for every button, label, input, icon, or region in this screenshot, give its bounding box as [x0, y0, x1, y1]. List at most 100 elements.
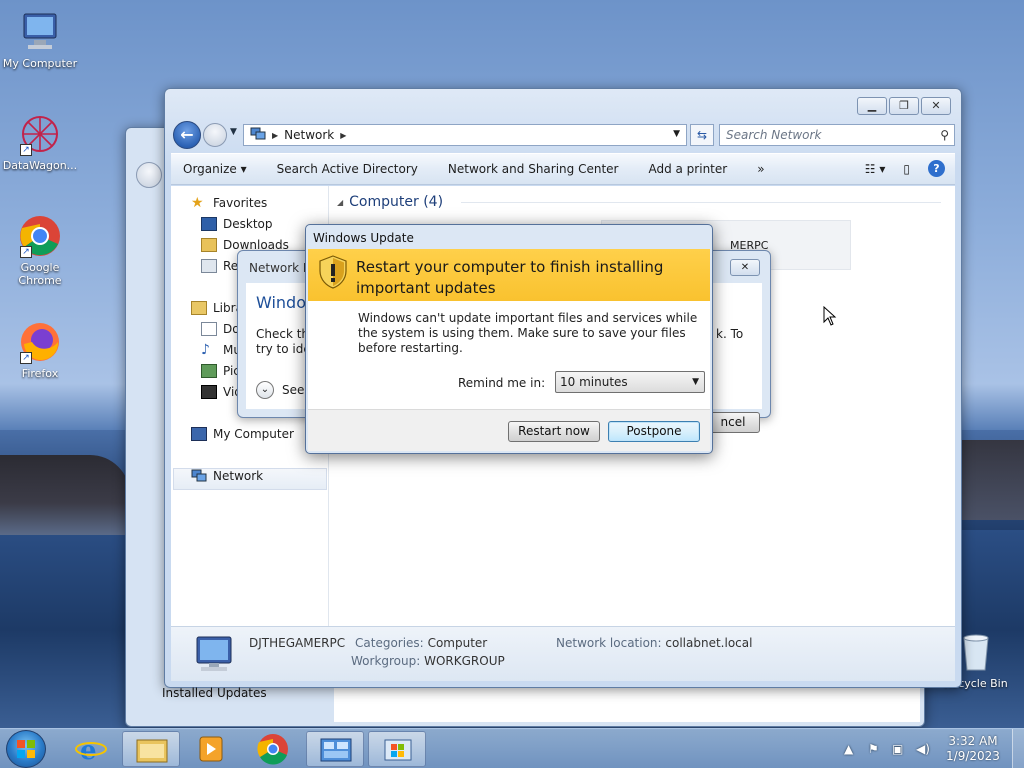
clock-date: 1/9/2023: [946, 749, 1000, 763]
back-button[interactable]: ←: [173, 121, 201, 149]
close-button[interactable]: ✕: [730, 259, 760, 276]
chevron-down-icon[interactable]: ▼: [692, 372, 699, 392]
details-pane: DJTHEGAMERPC Categories: Computer Workgr…: [171, 626, 955, 681]
details-categories: Categories: Computer: [355, 636, 488, 650]
chevron-down-icon[interactable]: ▼: [673, 129, 680, 139]
action-center-flag-icon[interactable]: ⚑: [868, 742, 884, 756]
chrome-icon: ↗: [18, 214, 62, 258]
taskbar-explorer[interactable]: [122, 731, 180, 767]
nav-item-libraries[interactable]: Libra: [191, 301, 243, 315]
taskbar-control-panel[interactable]: [306, 731, 364, 767]
maximize-button[interactable]: ❐: [889, 97, 919, 115]
windows-logo-icon: [17, 740, 35, 758]
nav-item-pictures[interactable]: Pic: [201, 364, 240, 378]
desktop-icon-chrome[interactable]: ↗ Google Chrome: [0, 214, 80, 287]
more-commands-button[interactable]: »: [757, 162, 764, 176]
close-button[interactable]: ✕: [921, 97, 951, 115]
chevron-right-icon[interactable]: ▶: [272, 131, 278, 140]
chevron-down-icon[interactable]: ⌄: [256, 381, 274, 399]
desktop-icon-datawagon[interactable]: ↗ DataWagon...: [0, 112, 80, 172]
show-desktop-button[interactable]: [1012, 729, 1024, 768]
organize-button[interactable]: Organize ▾: [183, 162, 247, 176]
help-icon[interactable]: ?: [928, 160, 945, 177]
address-bar[interactable]: ▶ Network ▶ ▼: [243, 124, 687, 146]
computer-icon: [18, 10, 62, 54]
change-view-icon[interactable]: ☷ ▾: [865, 162, 886, 176]
taskbar: e ▲ ⚑ ▣ ◀) 3:32 AM 1/9/2023: [0, 728, 1024, 768]
libraries-icon: [191, 301, 207, 315]
start-button[interactable]: [6, 730, 46, 768]
nav-item-my-computer[interactable]: My Computer: [191, 427, 294, 441]
taskbar-chrome[interactable]: [244, 731, 302, 767]
search-active-directory-button[interactable]: Search Active Directory: [277, 162, 418, 176]
volume-icon[interactable]: ◀): [916, 742, 932, 756]
search-icon[interactable]: ⚲: [940, 125, 949, 145]
nav-item-documents[interactable]: Do: [201, 322, 240, 336]
command-bar: Organize ▾ Search Active Directory Netwo…: [171, 153, 955, 185]
navigation-bar: ← ▼ ▶ Network ▶ ▼ ⇆ Search Network ⚲: [173, 121, 955, 149]
taskbar-internet-explorer[interactable]: e: [62, 731, 120, 767]
document-icon: [201, 322, 217, 336]
group-header-computer[interactable]: ◢ Computer (4): [337, 194, 443, 210]
see-more-toggle[interactable]: ⌄ See: [256, 381, 304, 399]
collapse-triangle-icon[interactable]: ◢: [337, 198, 343, 207]
datawagon-icon: ↗: [18, 112, 62, 156]
desktop-folder-icon: [201, 217, 217, 231]
show-hidden-icons-icon[interactable]: ▲: [844, 742, 860, 756]
desktop-icon-firefox[interactable]: ↗ Firefox: [0, 320, 80, 380]
pictures-icon: [201, 364, 217, 378]
internet-explorer-icon: e: [75, 736, 107, 766]
preview-pane-icon[interactable]: ▯: [903, 162, 910, 176]
add-printer-button[interactable]: Add a printer: [648, 162, 727, 176]
search-placeholder: Search Network: [726, 128, 822, 142]
control-panel-icon: [320, 738, 352, 762]
remind-interval-select[interactable]: 10 minutes ▼: [555, 371, 705, 393]
update-banner: Restart your computer to finish installi…: [308, 249, 710, 301]
nav-item-favorites[interactable]: ★ Favorites: [191, 196, 267, 210]
mouse-cursor-icon: [823, 305, 837, 326]
refresh-button[interactable]: ⇆: [690, 124, 714, 146]
folder-icon: [136, 739, 168, 763]
search-input[interactable]: Search Network ⚲: [719, 124, 955, 146]
shortcut-arrow-icon: ↗: [20, 246, 32, 258]
cancel-button[interactable]: ncel: [706, 412, 760, 433]
film-strip-icon: [201, 385, 217, 399]
address-location[interactable]: Network: [284, 128, 334, 142]
desktop-icon-label: Google Chrome: [18, 261, 62, 287]
nav-item-desktop[interactable]: Desktop: [201, 217, 273, 231]
remind-label: Remind me in:: [458, 376, 546, 390]
desktop-icon-label: DataWagon...: [2, 159, 78, 172]
chevron-right-icon[interactable]: ▶: [340, 131, 346, 140]
desktop-icon-label: My Computer: [2, 57, 78, 70]
postpone-button[interactable]: Postpone: [608, 421, 700, 442]
music-note-icon: ♪: [201, 342, 210, 358]
taskbar-media-player[interactable]: [182, 731, 240, 767]
dialog-footer: Restart now Postpone: [308, 409, 710, 451]
clock-time: 3:32 AM: [948, 734, 998, 748]
warning-shield-icon: [318, 255, 348, 289]
taskbar-windows-update[interactable]: [368, 731, 426, 767]
star-icon: ★: [191, 195, 204, 211]
nav-item-music[interactable]: ♪ Mu: [201, 343, 241, 357]
caption-buttons: ▁ ❐ ✕: [857, 97, 951, 115]
minimize-button[interactable]: ▁: [857, 97, 887, 115]
network-tray-icon[interactable]: ▣: [892, 742, 908, 756]
restart-now-button[interactable]: Restart now: [508, 421, 600, 442]
recent-places-icon: [201, 259, 217, 273]
windows-update-dialog[interactable]: Windows Update Restart your computer to …: [305, 224, 713, 454]
network-sharing-center-button[interactable]: Network and Sharing Center: [448, 162, 619, 176]
recent-pages-dropdown[interactable]: ▼: [230, 127, 237, 137]
media-player-icon: [199, 736, 223, 762]
clock[interactable]: 3:32 AM 1/9/2023: [940, 734, 1006, 764]
nav-item-network[interactable]: Network: [191, 469, 263, 483]
wallpaper-rocks: [0, 455, 130, 535]
nav-item-videos[interactable]: Vid: [201, 385, 242, 399]
back-window-nav-icon: [136, 162, 162, 188]
update-message: Windows can't update important files and…: [358, 311, 698, 355]
group-divider: [461, 202, 941, 203]
computer-icon: [193, 635, 239, 678]
desktop-icon-my-computer[interactable]: My Computer: [0, 10, 80, 70]
forward-button[interactable]: [203, 123, 227, 147]
network-icon: [250, 127, 266, 144]
details-network-location: Network location: collabnet.local: [556, 636, 753, 650]
